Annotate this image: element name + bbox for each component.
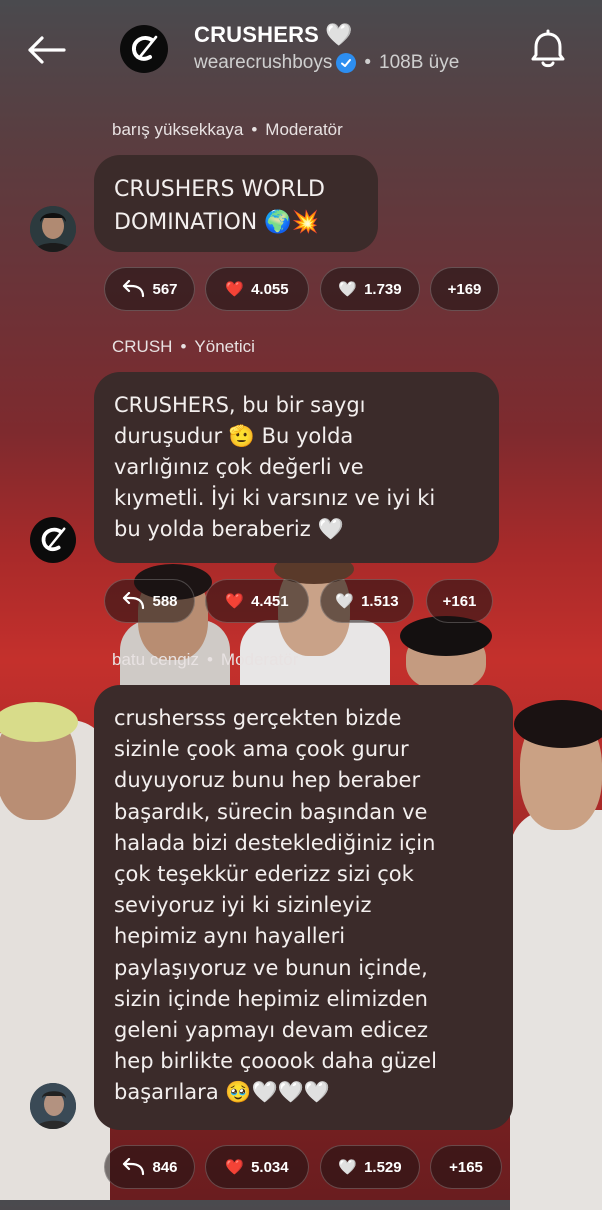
red-heart-icon: ❤️ bbox=[225, 593, 245, 610]
red-heart-reaction[interactable]: ❤️ 5.034 bbox=[205, 1145, 309, 1189]
channel-avatar[interactable] bbox=[120, 25, 168, 73]
arrow-left-icon bbox=[28, 36, 66, 64]
subtitle-separator: • bbox=[364, 52, 371, 73]
channel-title-text: CRUSHERS bbox=[194, 22, 320, 47]
meta-separator: • bbox=[180, 337, 187, 356]
reply-count: 846 bbox=[152, 1158, 178, 1176]
red-heart-icon: ❤️ bbox=[225, 1159, 245, 1176]
meta-separator: • bbox=[206, 650, 213, 669]
reaction-count: 1.513 bbox=[361, 592, 399, 610]
message-text: crushersss gerçekten bizde sizinle çook … bbox=[114, 706, 437, 1105]
red-heart-icon: ❤️ bbox=[225, 281, 245, 298]
meta-separator: • bbox=[251, 120, 258, 139]
author-role: Moderatör bbox=[220, 650, 299, 669]
author-name[interactable]: CRUSH bbox=[112, 337, 172, 356]
reply-arrow-icon bbox=[123, 592, 145, 610]
avatar[interactable] bbox=[30, 206, 76, 252]
more-reactions-count: +169 bbox=[447, 280, 482, 298]
user-photo bbox=[30, 206, 76, 252]
white-heart-reaction[interactable]: 🤍 1.739 bbox=[320, 267, 420, 311]
bell-icon bbox=[531, 29, 565, 68]
reaction-count: 5.034 bbox=[251, 1158, 289, 1176]
white-heart-reaction[interactable]: 🤍 1.529 bbox=[320, 1145, 420, 1189]
white-heart-reaction[interactable]: 🤍 1.513 bbox=[320, 579, 414, 623]
channel-title[interactable]: CRUSHERS 🤍 bbox=[194, 22, 353, 48]
reply-arrow-icon bbox=[123, 1158, 145, 1176]
more-reactions-button[interactable]: +165 bbox=[430, 1145, 502, 1189]
reaction-count: 4.055 bbox=[251, 280, 289, 298]
reply-arrow-icon bbox=[123, 280, 145, 298]
more-reactions-count: +161 bbox=[442, 592, 477, 610]
notification-button[interactable] bbox=[528, 28, 568, 70]
verified-badge-icon bbox=[336, 53, 357, 73]
reaction-count: 1.739 bbox=[364, 280, 402, 298]
reply-count-button[interactable]: 846 bbox=[104, 1145, 195, 1189]
reply-count-button[interactable]: 588 bbox=[104, 579, 195, 623]
crushers-logo-icon bbox=[41, 527, 66, 552]
reply-count-button[interactable]: 567 bbox=[104, 267, 195, 311]
author-name[interactable]: batu cengiz bbox=[112, 650, 199, 669]
white-heart-icon: 🤍 bbox=[335, 593, 355, 610]
member-count: 108B üye bbox=[379, 52, 460, 73]
red-heart-reaction[interactable]: ❤️ 4.055 bbox=[205, 267, 309, 311]
message-meta: batu cengiz • Moderatör bbox=[112, 650, 298, 670]
reaction-count: 1.529 bbox=[364, 1158, 402, 1176]
crushers-logo-icon bbox=[131, 35, 158, 61]
channel-handle: wearecrushboys bbox=[194, 52, 333, 73]
more-reactions-count: +165 bbox=[449, 1158, 483, 1176]
author-name[interactable]: barış yüksekkaya bbox=[112, 120, 243, 139]
white-heart-icon: 🤍 bbox=[338, 281, 358, 298]
message-bubble[interactable]: crushersss gerçekten bizde sizinle çook … bbox=[94, 685, 513, 1130]
message-text: CRUSHERS WORLD DOMINATION 🌍💥 bbox=[114, 177, 325, 235]
title-heart-emoji: 🤍 bbox=[325, 22, 353, 47]
reply-count: 588 bbox=[152, 592, 178, 610]
reaction-count: 4.451 bbox=[251, 592, 289, 610]
message-meta: CRUSH • Yönetici bbox=[112, 337, 255, 357]
more-reactions-button[interactable]: +169 bbox=[430, 267, 499, 311]
chat-header: CRUSHERS 🤍 wearecrushboys • 108B üye bbox=[0, 0, 602, 100]
author-role: Yönetici bbox=[194, 337, 255, 356]
message-bubble[interactable]: CRUSHERS WORLD DOMINATION 🌍💥 bbox=[94, 155, 378, 252]
back-button[interactable] bbox=[22, 30, 70, 70]
white-heart-icon: 🤍 bbox=[338, 1159, 358, 1176]
red-heart-reaction[interactable]: ❤️ 4.451 bbox=[205, 579, 309, 623]
message-text: CRUSHERS, bu bir saygı duruşudur 🫡 Bu yo… bbox=[114, 393, 436, 541]
avatar[interactable] bbox=[30, 1083, 76, 1129]
channel-subtitle: wearecrushboys • 108B üye bbox=[194, 52, 459, 74]
user-photo bbox=[30, 1083, 76, 1129]
author-role: Moderatör bbox=[265, 120, 343, 139]
reply-count: 567 bbox=[152, 280, 178, 298]
message-bubble[interactable]: CRUSHERS, bu bir saygı duruşudur 🫡 Bu yo… bbox=[94, 372, 499, 563]
message-meta: barış yüksekkaya • Moderatör bbox=[112, 120, 343, 140]
more-reactions-button[interactable]: +161 bbox=[426, 579, 493, 623]
avatar[interactable] bbox=[30, 517, 76, 563]
